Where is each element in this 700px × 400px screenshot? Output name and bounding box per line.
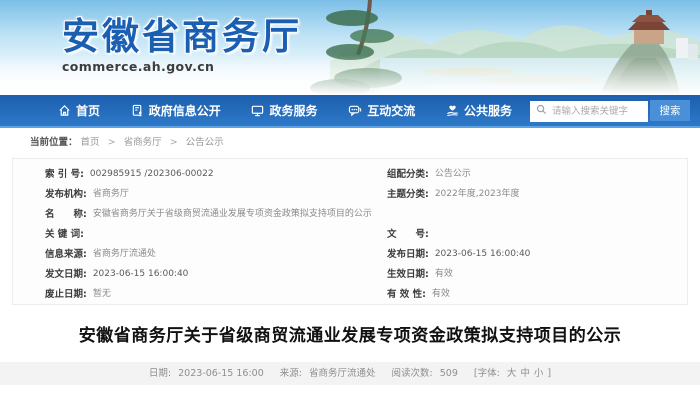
info-row-topic-category: 主题分类: 2022年度,2023年度: [387, 188, 687, 207]
info-column-right: 组配分类: 公告公示 主题分类: 2022年度,2023年度 文 号: 发布日期…: [365, 168, 687, 308]
info-row-keywords: 关 键 词:: [45, 228, 365, 247]
meta-views-label: 阅读次数:: [392, 368, 436, 379]
nav-item-interaction[interactable]: 互动交流: [348, 102, 415, 119]
nav-label: 政务服务: [269, 102, 317, 119]
nav-label: 互动交流: [367, 102, 415, 119]
info-row-issuing-agency: 发布机构: 省商务厅: [45, 188, 365, 207]
search-input[interactable]: [530, 101, 648, 122]
site-logo[interactable]: 安徽省商务厅 commerce.ah.gov.cn: [62, 17, 302, 74]
breadcrumb: 当前位置： 首页 > 省商务厅 > 公告公示: [0, 128, 700, 158]
home-icon: [58, 104, 71, 117]
nav-label: 政府信息公开: [149, 102, 221, 119]
info-column-left: 索 引 号: 002985915 /202306-00022 发布机构: 省商务…: [13, 168, 365, 308]
info-row-effective-date: 生效日期: 有效: [387, 268, 687, 287]
info-row-spacer: [387, 208, 687, 227]
info-row-validity: 有 效 性: 有效: [387, 288, 687, 307]
search-button[interactable]: 搜索: [650, 100, 690, 121]
meta-font-close: ]: [547, 368, 551, 379]
breadcrumb-separator: >: [108, 137, 116, 148]
info-row-index-number: 索 引 号: 002985915 /202306-00022: [45, 168, 365, 187]
monitor-icon: [251, 104, 264, 117]
font-size-large-button[interactable]: 大: [507, 368, 517, 379]
nav-items: 首页 政府信息公开 政务服务 互动交流: [58, 102, 512, 119]
font-size-small-button[interactable]: 小: [534, 368, 544, 379]
breadcrumb-item-home[interactable]: 首页: [81, 137, 100, 148]
meta-font-label: [字体:: [474, 368, 503, 379]
site-header: 安徽省商务厅 commerce.ah.gov.cn: [0, 0, 700, 95]
breadcrumb-item-dept[interactable]: 省商务厅: [124, 137, 162, 148]
nav-item-home[interactable]: 首页: [58, 102, 100, 119]
site-name: 安徽省商务厅: [62, 17, 302, 58]
nav-label: 公共服务: [464, 102, 512, 119]
document-info-panel: 索 引 号: 002985915 /202306-00022 发布机构: 省商务…: [12, 158, 688, 305]
info-row-info-source: 信息来源: 省商务厅流通处: [45, 248, 365, 267]
chat-icon: [348, 104, 362, 117]
search-icon: [536, 104, 547, 115]
meta-date-label: 日期:: [149, 368, 174, 379]
article-title: 安徽省商务厅关于省级商贸流通业发展专项资金政策拟支持项目的公示: [79, 321, 622, 346]
info-row-category: 组配分类: 公告公示: [387, 168, 687, 187]
nav-item-public-services[interactable]: 公共服务: [446, 102, 512, 119]
breadcrumb-separator: >: [170, 137, 178, 148]
info-row-document-name: 名 称: 安徽省商务厅关于省级商贸流通业发展专项资金政策拟支持项目的公示: [45, 208, 365, 227]
info-row-abolish-date: 废止日期: 暂无: [45, 288, 365, 307]
nav-item-gov-info[interactable]: 政府信息公开: [131, 102, 221, 119]
nav-item-gov-services[interactable]: 政务服务: [251, 102, 317, 119]
site-url: commerce.ah.gov.cn: [62, 59, 302, 74]
document-icon: [131, 104, 144, 117]
search-group: 搜索: [530, 99, 690, 122]
main-nav: 首页 政府信息公开 政务服务 互动交流: [0, 95, 700, 128]
info-row-issue-date: 发文日期: 2023-06-15 16:00:40: [45, 268, 365, 287]
meta-date: 2023-06-15 16:00: [178, 368, 264, 379]
info-row-publish-date: 发布日期: 2023-06-15 16:00:40: [387, 248, 687, 267]
breadcrumb-item-notices[interactable]: 公告公示: [186, 137, 224, 148]
meta-views-count: 509: [440, 368, 458, 379]
breadcrumb-label: 当前位置：: [30, 137, 78, 148]
article-title-section: 安徽省商务厅关于省级商贸流通业发展专项资金政策拟支持项目的公示: [0, 305, 700, 362]
font-size-medium-button[interactable]: 中: [520, 368, 530, 379]
meta-source-label: 来源:: [280, 368, 305, 379]
meta-source: 省商务厅流通处: [309, 368, 376, 379]
service-icon: [446, 104, 459, 117]
info-row-document-number: 文 号:: [387, 228, 687, 247]
article-meta-bar: 日期: 2023-06-15 16:00 来源: 省商务厅流通处 阅读次数: 509…: [0, 362, 700, 385]
nav-label: 首页: [76, 102, 100, 119]
